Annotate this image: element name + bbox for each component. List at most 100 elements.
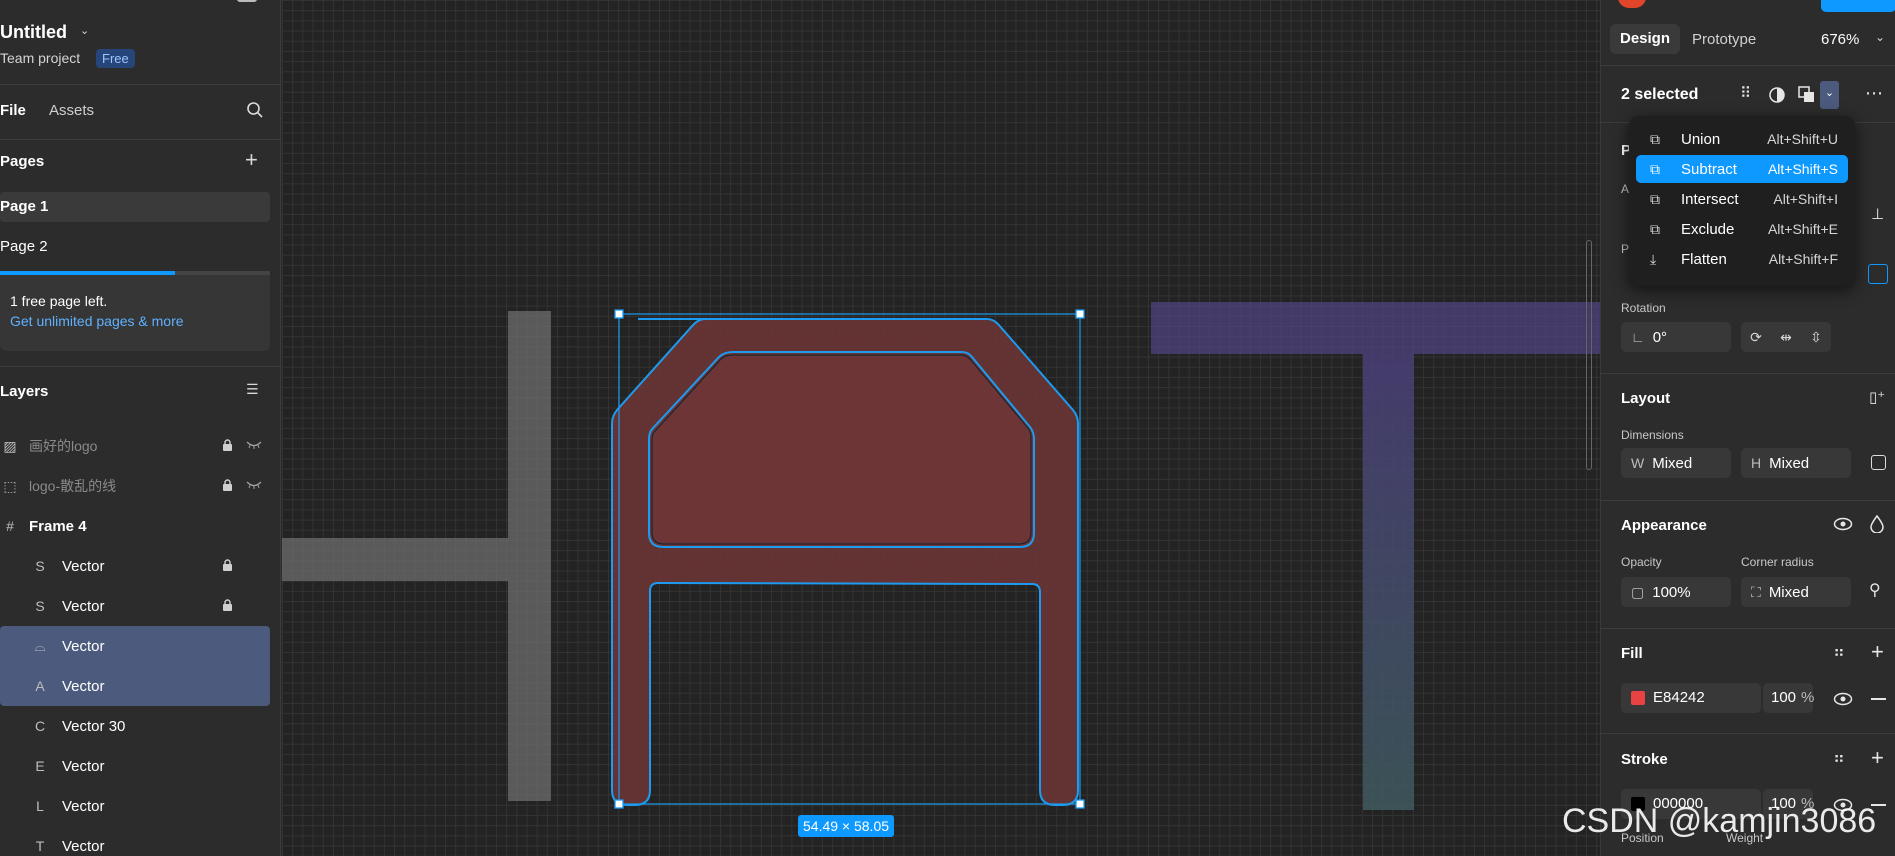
menu-item-union[interactable]: ⧉ Union Alt+Shift+U (1636, 125, 1848, 153)
angle-icon: ∟ (1631, 329, 1645, 345)
opacity-icon: ▢ (1631, 583, 1645, 600)
layer-row[interactable]: S Vector (0, 586, 270, 626)
layer-row[interactable]: E Vector (0, 746, 270, 786)
corner-radius-input[interactable]: ⛶ Mixed (1741, 577, 1851, 607)
page-item-label: Page 1 (0, 198, 49, 215)
constraints-icon[interactable] (1868, 264, 1888, 284)
layer-row[interactable]: S Vector (0, 546, 270, 586)
menu-item-subtract[interactable]: ⧉ Subtract Alt+Shift+S (1636, 155, 1848, 183)
layer-name: Vector (62, 837, 105, 855)
add-page-icon[interactable]: + (245, 149, 258, 171)
tab-file[interactable]: File (0, 102, 26, 119)
dimension-badge: 54.49 × 58.05 (798, 815, 895, 837)
team-label[interactable]: Team project (0, 50, 80, 66)
rotation-label: Rotation (1621, 301, 1666, 315)
rotation-input[interactable]: ∟ 0° (1621, 322, 1731, 352)
zoom-level[interactable]: 676% (1821, 31, 1859, 48)
opacity-label: Opacity (1621, 555, 1662, 569)
page-item-page-2[interactable]: Page 2 (0, 238, 48, 255)
menu-item-label: Union (1681, 130, 1721, 148)
menu-item-label: Exclude (1681, 220, 1735, 238)
layer-name: logo-散乱的线 (29, 478, 117, 494)
fill-styles-icon[interactable]: ⠶ (1833, 645, 1845, 661)
layer-row[interactable]: ▨ 画好的logo (0, 426, 270, 466)
add-stroke-icon[interactable]: + (1871, 747, 1884, 769)
blend-drop-icon[interactable] (1870, 515, 1884, 533)
tab-design[interactable]: Design (1610, 24, 1681, 54)
menu-item-shortcut: Alt+Shift+S (1767, 161, 1838, 177)
boolean-dropdown-chevron-icon[interactable]: ⌄ (1820, 81, 1839, 109)
avatar[interactable] (1618, 0, 1646, 8)
layer-name: Vector (62, 597, 105, 615)
layer-name: Vector (62, 677, 105, 695)
lock-icon[interactable] (222, 438, 233, 454)
eye-icon[interactable] (1833, 516, 1853, 532)
upgrade-link[interactable]: Get unlimited pages & more (10, 313, 184, 329)
menu-item-shortcut: Alt+Shift+U (1767, 131, 1838, 147)
menu-item-label: Intersect (1681, 190, 1739, 208)
canvas[interactable]: 54.49 × 58.05 (282, 0, 1600, 856)
share-button[interactable] (1821, 0, 1895, 12)
page-usage-bar (0, 271, 270, 275)
fill-eye-icon[interactable] (1833, 691, 1853, 707)
menu-item-exclude[interactable]: ⧉ Exclude Alt+Shift+E (1636, 215, 1848, 243)
layer-row[interactable]: ⬚ logo-散乱的线 (0, 466, 270, 506)
width-input[interactable]: W Mixed (1621, 448, 1731, 478)
auto-layout-icon[interactable]: ▯⁺ (1869, 390, 1885, 405)
lock-icon[interactable] (222, 598, 233, 614)
stroke-styles-icon[interactable]: ⠶ (1833, 751, 1845, 767)
hidden-eye-icon[interactable] (246, 439, 262, 453)
a-letter-vector[interactable] (282, 0, 1600, 856)
layer-name: Vector (62, 797, 105, 815)
menu-item-shortcut: Alt+Shift+E (1767, 221, 1838, 237)
panel-toggle-icon[interactable] (237, 0, 257, 2)
chevron-down-icon[interactable]: ⌄ (80, 26, 89, 37)
fill-opacity-unit: % (1801, 689, 1815, 706)
lock-icon[interactable] (222, 478, 233, 494)
zoom-chevron-icon[interactable]: ⌄ (1875, 31, 1885, 43)
add-fill-icon[interactable]: + (1871, 641, 1884, 663)
height-input[interactable]: H Mixed (1741, 448, 1851, 478)
layer-row[interactable]: A Vector (0, 666, 270, 706)
opacity-input[interactable]: ▢ 100% (1621, 577, 1731, 607)
boolean-ops-icon[interactable] (1798, 86, 1816, 104)
page-item-page-1[interactable]: Page 1 (0, 192, 270, 222)
align-bottom-icon[interactable]: ⊥ (1871, 207, 1884, 222)
collapse-layers-icon[interactable]: ☰ (246, 382, 259, 396)
corner-settings-icon[interactable]: ⚲ (1869, 583, 1881, 599)
lock-icon[interactable] (222, 558, 233, 574)
layer-row[interactable]: # Frame 4 (0, 506, 270, 546)
menu-item-intersect[interactable]: ⧉ Intersect Alt+Shift+I (1636, 185, 1848, 213)
flip-horizontal-icon[interactable]: ⇹ (1780, 330, 1792, 344)
layer-row[interactable]: ⌓ Vector (0, 626, 270, 666)
corner-radius-value: Mixed (1768, 583, 1809, 601)
subtract-icon: ⧉ (1650, 160, 1660, 177)
menu-item-flatten[interactable]: ⤓ Flatten Alt+Shift+F (1636, 245, 1848, 273)
layer-row[interactable]: T Vector (0, 826, 270, 856)
more-options-icon[interactable]: ⋯ (1865, 84, 1883, 102)
fill-opacity-input[interactable]: 100 % (1763, 683, 1815, 713)
rotate-icon[interactable]: ⟳ (1750, 330, 1762, 344)
fill-color-input[interactable]: E84242 (1621, 683, 1761, 713)
grid-icon[interactable]: ⠿ (1740, 86, 1751, 101)
mask-icon[interactable] (1768, 86, 1786, 104)
selection-count: 2 selected (1621, 86, 1699, 103)
tab-assets[interactable]: Assets (49, 102, 94, 119)
hidden-eye-icon[interactable] (246, 479, 262, 493)
layer-row[interactable]: L Vector (0, 786, 270, 826)
corner-radius-label: Corner radius (1741, 555, 1814, 569)
vector-e-icon: E (35, 758, 45, 774)
layer-row[interactable]: C Vector 30 (0, 706, 270, 746)
resize-icon[interactable] (1871, 455, 1886, 470)
menu-item-shortcut: Alt+Shift+F (1768, 251, 1838, 267)
file-title[interactable]: Untitled (0, 22, 67, 43)
flip-vertical-icon[interactable]: ⇳ (1810, 330, 1822, 344)
height-value: Mixed (1769, 454, 1810, 472)
layer-name: Vector (62, 637, 105, 655)
menu-item-label: Subtract (1681, 160, 1737, 178)
search-icon[interactable] (246, 101, 264, 119)
plan-badge[interactable]: Free (96, 49, 135, 68)
tab-prototype[interactable]: Prototype (1692, 31, 1756, 48)
remove-fill-icon[interactable] (1871, 698, 1886, 700)
fill-swatch[interactable] (1631, 691, 1645, 705)
